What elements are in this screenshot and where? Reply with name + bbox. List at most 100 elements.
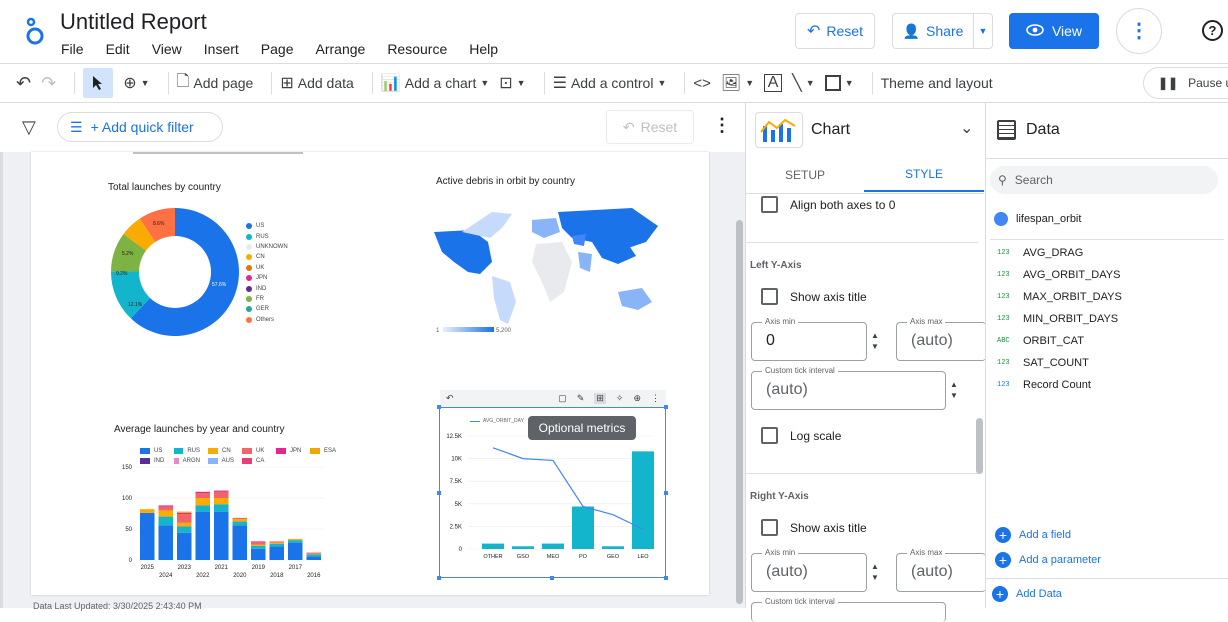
bar-segment[interactable]: [195, 511, 211, 560]
bar-segment[interactable]: [251, 545, 266, 549]
bar-segment[interactable]: [232, 525, 248, 560]
bar-segment[interactable]: [214, 498, 229, 505]
bar-segment[interactable]: [306, 554, 322, 557]
menu-file[interactable]: File: [61, 41, 84, 57]
right-axis-min-stepper[interactable]: ▲ ▼: [871, 561, 879, 583]
data-field-item[interactable]: 123 MIN_ORBIT_DAYS: [997, 308, 1217, 330]
bar-segment[interactable]: [251, 542, 266, 545]
combo-bar[interactable]: [542, 543, 564, 549]
text-box-icon[interactable]: A: [764, 74, 783, 92]
bar-segment[interactable]: [140, 512, 155, 560]
report-title[interactable]: Untitled Report: [60, 9, 207, 35]
tab-style[interactable]: STYLE: [864, 158, 984, 192]
resize-handle[interactable]: [664, 491, 668, 495]
shape-icon[interactable]: ▼: [824, 75, 854, 91]
stacked-bar-chart[interactable]: 0 50 100 150 2025 2024 2023 2022 2021 2020 2019 201…: [110, 462, 330, 584]
add-chart-button[interactable]: 📊 Add a chart ▼: [381, 73, 489, 93]
right-tick-interval-input[interactable]: Custom tick interval: [751, 597, 946, 622]
bar-segment[interactable]: [177, 511, 192, 513]
data-field-item[interactable]: 123 SAT_COUNT: [997, 352, 1217, 374]
bar-segment[interactable]: [232, 521, 248, 526]
bar-segment[interactable]: [195, 493, 211, 498]
optional-metrics-icon[interactable]: ⊞: [594, 393, 606, 404]
bar-segment[interactable]: [177, 522, 192, 527]
filter-reset-button[interactable]: ↶ Reset: [606, 110, 694, 144]
zoom-button[interactable]: ⊕ ▼: [123, 73, 149, 93]
bar-segment[interactable]: [288, 538, 303, 541]
data-source-item[interactable]: lifespan_orbit: [994, 212, 1081, 226]
bar-segment[interactable]: [232, 519, 248, 522]
more-vert-icon[interactable]: ⋮: [651, 393, 660, 404]
bar-segment[interactable]: [177, 514, 192, 523]
filter-icon[interactable]: ▽: [22, 117, 36, 138]
add-data-link[interactable]: + Add Data: [992, 586, 1062, 602]
combo-chart[interactable]: 0 2.5K 5K 7.5K 10K 12.5K OTHER GSO MEO PO GEO LEO: [440, 428, 664, 566]
pause-updates-button[interactable]: ❚❚Pause up: [1143, 67, 1228, 99]
bar-segment[interactable]: [232, 517, 248, 520]
edit-icon[interactable]: ✎: [577, 393, 585, 404]
bar-segment[interactable]: [269, 542, 285, 544]
combo-line-series[interactable]: [492, 447, 644, 530]
resize-handle[interactable]: [664, 576, 668, 580]
data-field-item[interactable]: 123 Record Count: [997, 374, 1217, 396]
right-axis-max-input[interactable]: Axis max (auto): [896, 548, 986, 592]
right-show-axis-title-checkbox[interactable]: Show axis title: [761, 519, 867, 536]
crop-icon[interactable]: ▢: [558, 393, 567, 404]
chevron-down-icon[interactable]: ⌄: [960, 118, 973, 138]
combo-bar[interactable]: [512, 546, 534, 549]
tick-interval-stepper[interactable]: ▲ ▼: [950, 379, 958, 401]
resize-handle[interactable]: [437, 405, 441, 409]
menu-resource[interactable]: Resource: [387, 41, 447, 57]
log-scale-checkbox[interactable]: Log scale: [761, 427, 841, 444]
bar-segment[interactable]: [195, 505, 211, 512]
bar-segment[interactable]: [195, 498, 211, 506]
bar-segment[interactable]: [269, 541, 285, 543]
bar-segment[interactable]: [177, 532, 192, 560]
tab-setup[interactable]: SETUP: [746, 158, 864, 192]
add-quick-filter-button[interactable]: ☰ + Add quick filter: [57, 112, 223, 142]
menu-page[interactable]: Page: [261, 41, 294, 57]
menu-help[interactable]: Help: [469, 41, 498, 57]
redo-icon[interactable]: ↷: [41, 73, 56, 94]
help-icon[interactable]: ?: [1202, 20, 1223, 41]
right-axis-min-input[interactable]: Axis min (auto): [751, 548, 867, 592]
menu-insert[interactable]: Insert: [204, 41, 239, 57]
zoom-icon[interactable]: ⊕: [633, 393, 641, 404]
select-tool-button[interactable]: [83, 68, 114, 98]
bar-segment[interactable]: [140, 509, 155, 513]
left-axis-max-input[interactable]: Axis max (auto): [896, 317, 986, 361]
combo-bar[interactable]: [572, 506, 594, 549]
line-icon[interactable]: ╲ ▼: [792, 73, 815, 93]
left-axis-min-input[interactable]: Axis min 0: [751, 317, 867, 361]
add-data-button[interactable]: ⊞ Add data: [280, 73, 353, 93]
bar-segment[interactable]: [251, 548, 266, 560]
data-field-item[interactable]: ABC ORBIT_CAT: [997, 330, 1217, 352]
more-options-button[interactable]: ⋮: [1116, 8, 1162, 54]
share-button[interactable]: 👤 Share: [892, 13, 974, 49]
world-map[interactable]: [432, 192, 662, 332]
reset-button[interactable]: ↶ Reset: [795, 13, 875, 49]
bar-segment[interactable]: [251, 544, 266, 546]
panel-scrollbar-thumb[interactable]: [976, 418, 983, 474]
align-axes-checkbox[interactable]: Align both axes to 0: [761, 196, 895, 213]
add-parameter-link[interactable]: + Add a parameter: [995, 552, 1101, 568]
bar-segment[interactable]: [158, 506, 174, 511]
bar-segment[interactable]: [177, 526, 192, 533]
bar-segment[interactable]: [306, 553, 322, 555]
menu-arrange[interactable]: Arrange: [316, 41, 366, 57]
add-page-button[interactable]: 🗋 Add page: [177, 70, 254, 97]
bar-segment[interactable]: [214, 491, 229, 498]
menu-view[interactable]: View: [152, 41, 182, 57]
view-button[interactable]: View: [1009, 13, 1099, 49]
app-logo[interactable]: [22, 16, 48, 46]
left-axis-min-stepper[interactable]: ▲ ▼: [871, 330, 879, 352]
bar-segment[interactable]: [306, 552, 322, 554]
bar-segment[interactable]: [195, 491, 211, 494]
undo-icon[interactable]: ↶: [16, 73, 31, 94]
chart-type-icon[interactable]: [755, 112, 803, 148]
image-icon[interactable]: 🖼 ▼: [721, 73, 754, 93]
combo-bar[interactable]: [602, 546, 624, 549]
bar-segment[interactable]: [214, 504, 229, 512]
data-field-item[interactable]: 123 AVG_ORBIT_DAYS: [997, 264, 1217, 286]
data-field-item[interactable]: 123 AVG_DRAG: [997, 242, 1217, 264]
